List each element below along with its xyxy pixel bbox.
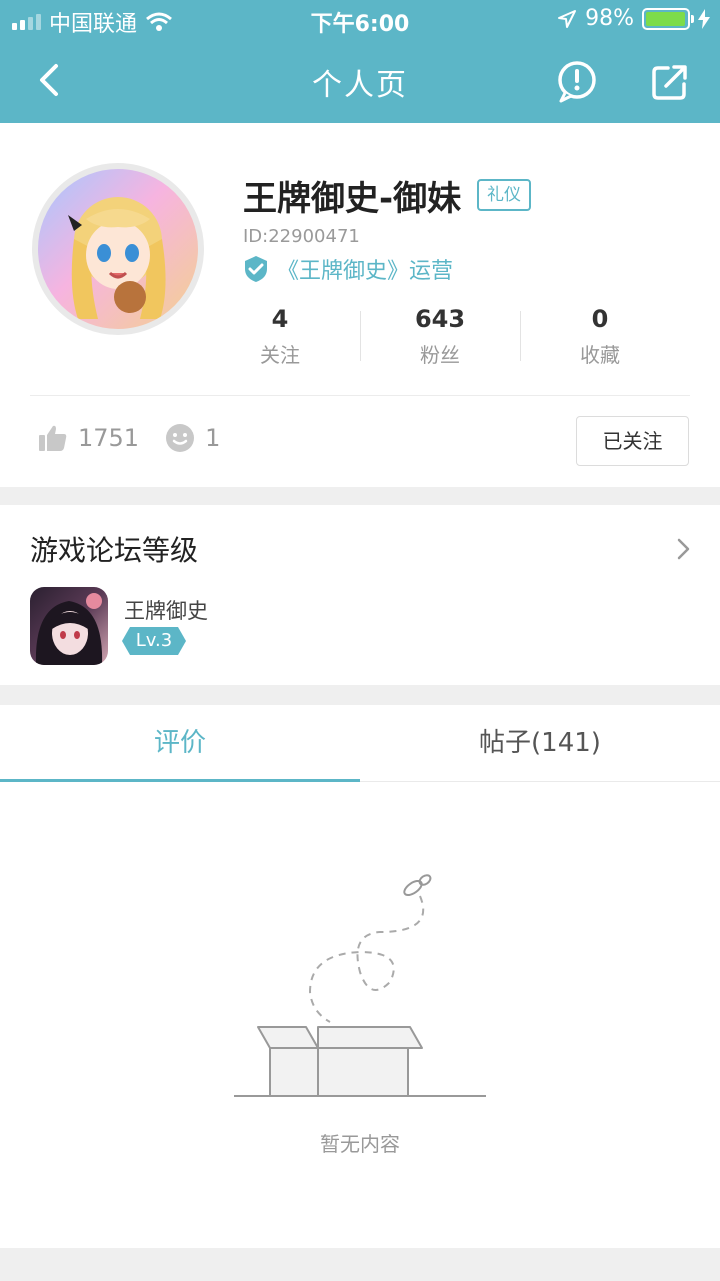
report-icon[interactable] bbox=[555, 60, 599, 104]
verification-text[interactable]: 《王牌御史》运营 bbox=[277, 253, 453, 285]
chevron-right-icon[interactable] bbox=[676, 537, 692, 561]
stat-value: 4 bbox=[271, 305, 289, 333]
stat-label: 关注 bbox=[260, 343, 300, 367]
avatar-illustration bbox=[68, 197, 166, 319]
stat-label: 收藏 bbox=[580, 343, 620, 367]
status-right: 98% bbox=[557, 6, 710, 31]
reaction-count: 1 bbox=[205, 424, 221, 452]
game-icon[interactable] bbox=[30, 587, 108, 665]
game-name: 王牌御史 bbox=[124, 599, 208, 623]
profile-card: 王牌御史-御妹 礼仪 ID:22900471 《王牌御史》运营 4 关注 643… bbox=[0, 123, 720, 487]
stats-row: 4 关注 643 粉丝 0 收藏 bbox=[200, 305, 680, 375]
stat-value: 0 bbox=[591, 305, 609, 333]
share-icon[interactable] bbox=[648, 60, 692, 104]
battery-percent: 98% bbox=[585, 6, 634, 31]
stat-value: 643 bbox=[414, 305, 466, 333]
verification-row: 《王牌御史》运营 bbox=[243, 253, 453, 285]
tab-reviews[interactable]: 评价 bbox=[0, 705, 360, 783]
forum-level-card[interactable]: 游戏论坛等级 王牌御史 Lv.3 bbox=[0, 505, 720, 685]
metrics-row: 1751 1 bbox=[38, 423, 246, 453]
divider bbox=[30, 395, 690, 396]
smiley-face-icon bbox=[166, 424, 195, 452]
stat-followers[interactable]: 643 粉丝 bbox=[360, 305, 520, 375]
avatar[interactable] bbox=[32, 163, 204, 335]
user-name: 王牌御史-御妹 bbox=[243, 179, 462, 219]
stat-favorites[interactable]: 0 收藏 bbox=[520, 305, 680, 375]
thumbs-up-icon bbox=[39, 425, 67, 451]
game-icon-illustration bbox=[35, 593, 103, 665]
location-arrow-icon bbox=[558, 9, 577, 28]
empty-state: 暂无内容 bbox=[0, 782, 720, 1248]
stat-following[interactable]: 4 关注 bbox=[200, 305, 360, 375]
empty-box-icon bbox=[234, 874, 486, 1097]
top-bar: 中国联通 下午6:00 98% 个人页 bbox=[0, 0, 720, 123]
navigation-bar: 个人页 bbox=[0, 40, 720, 123]
verified-shield-icon bbox=[245, 256, 267, 282]
charging-bolt-icon bbox=[698, 8, 710, 29]
likes-count: 1751 bbox=[78, 424, 140, 452]
user-tag-badge: 礼仪 bbox=[477, 179, 531, 211]
likes-metric: 1751 bbox=[38, 424, 139, 452]
page-title: 个人页 bbox=[312, 68, 408, 103]
follow-button[interactable]: 已关注 bbox=[576, 416, 689, 466]
forum-level-title: 游戏论坛等级 bbox=[30, 534, 199, 567]
battery-icon bbox=[642, 7, 694, 30]
user-id: ID:22900471 bbox=[243, 226, 360, 247]
content-tabs: 评价 帖子(141) bbox=[0, 705, 720, 783]
stat-label: 粉丝 bbox=[420, 343, 460, 367]
status-bar: 中国联通 下午6:00 98% bbox=[0, 0, 720, 40]
level-badge: Lv.3 bbox=[122, 627, 186, 655]
tab-posts[interactable]: 帖子(141) bbox=[360, 705, 720, 782]
empty-message: 暂无内容 bbox=[320, 1132, 400, 1156]
reaction-metric: 1 bbox=[165, 423, 220, 453]
